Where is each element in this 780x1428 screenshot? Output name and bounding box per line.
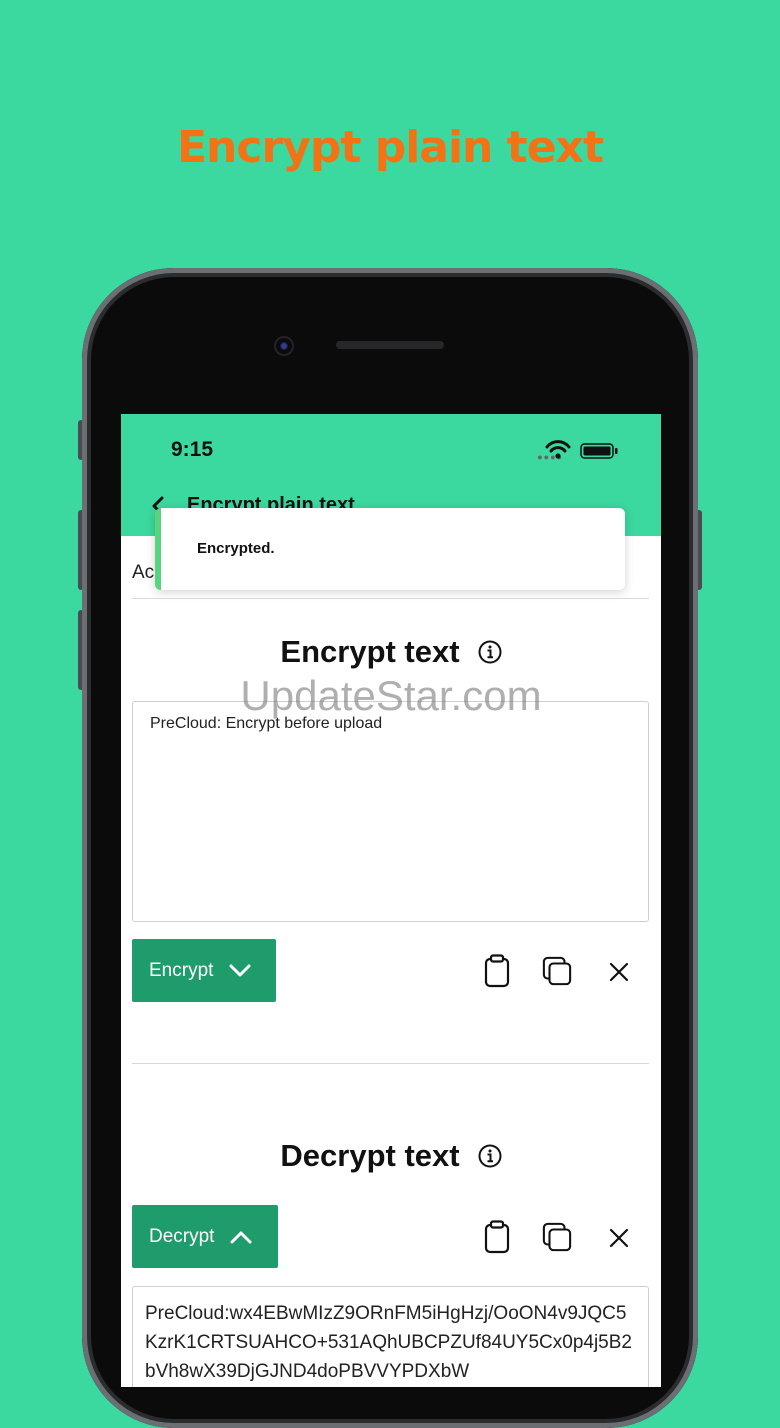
encrypt-section-title: Encrypt text	[121, 634, 661, 670]
earpiece-speaker	[336, 341, 444, 349]
close-icon[interactable]	[607, 956, 631, 986]
encrypt-input[interactable]: PreCloud: Encrypt before upload	[132, 701, 649, 922]
decrypt-button[interactable]: Decrypt	[132, 1205, 278, 1268]
encrypt-button-label: Encrypt	[149, 959, 214, 981]
info-icon[interactable]	[478, 640, 502, 664]
hero-title: Encrypt plain text	[177, 122, 604, 173]
chevron-up-icon	[230, 1231, 252, 1243]
copy-icon[interactable]	[542, 954, 572, 988]
status-time: 9:15	[171, 438, 214, 461]
watermark: UpdateStar.com	[240, 672, 542, 719]
decrypt-input[interactable]: PreCloud:wx4EBwMIzZ9ORnFM5iHgHzj/OoON4v9…	[132, 1286, 649, 1387]
divider	[132, 598, 649, 599]
info-icon[interactable]	[478, 1144, 502, 1168]
divider	[132, 1063, 649, 1064]
status-icons	[545, 440, 618, 459]
chevron-down-icon	[229, 964, 251, 976]
decrypt-title-text: Decrypt text	[280, 1138, 460, 1173]
copy-icon[interactable]	[542, 1220, 572, 1254]
encrypt-button[interactable]: Encrypt	[132, 939, 276, 1002]
decrypt-section-title: Decrypt text	[121, 1138, 661, 1174]
app-screen: 9:15 ●●●● Encrypt plain text Ac Encrypte…	[121, 414, 661, 1387]
toast-message: Encrypted.	[197, 540, 275, 557]
close-icon[interactable]	[607, 1222, 631, 1252]
decrypt-button-label: Decrypt	[149, 1225, 215, 1247]
paste-icon[interactable]	[482, 1220, 512, 1254]
paste-icon[interactable]	[482, 954, 512, 988]
encrypt-title-text: Encrypt text	[280, 634, 460, 669]
battery-icon	[580, 443, 618, 459]
wifi-icon	[545, 440, 571, 459]
front-camera	[276, 338, 292, 354]
peek-label: Ac	[132, 562, 155, 583]
toast-notification[interactable]: Encrypted.	[155, 508, 625, 590]
